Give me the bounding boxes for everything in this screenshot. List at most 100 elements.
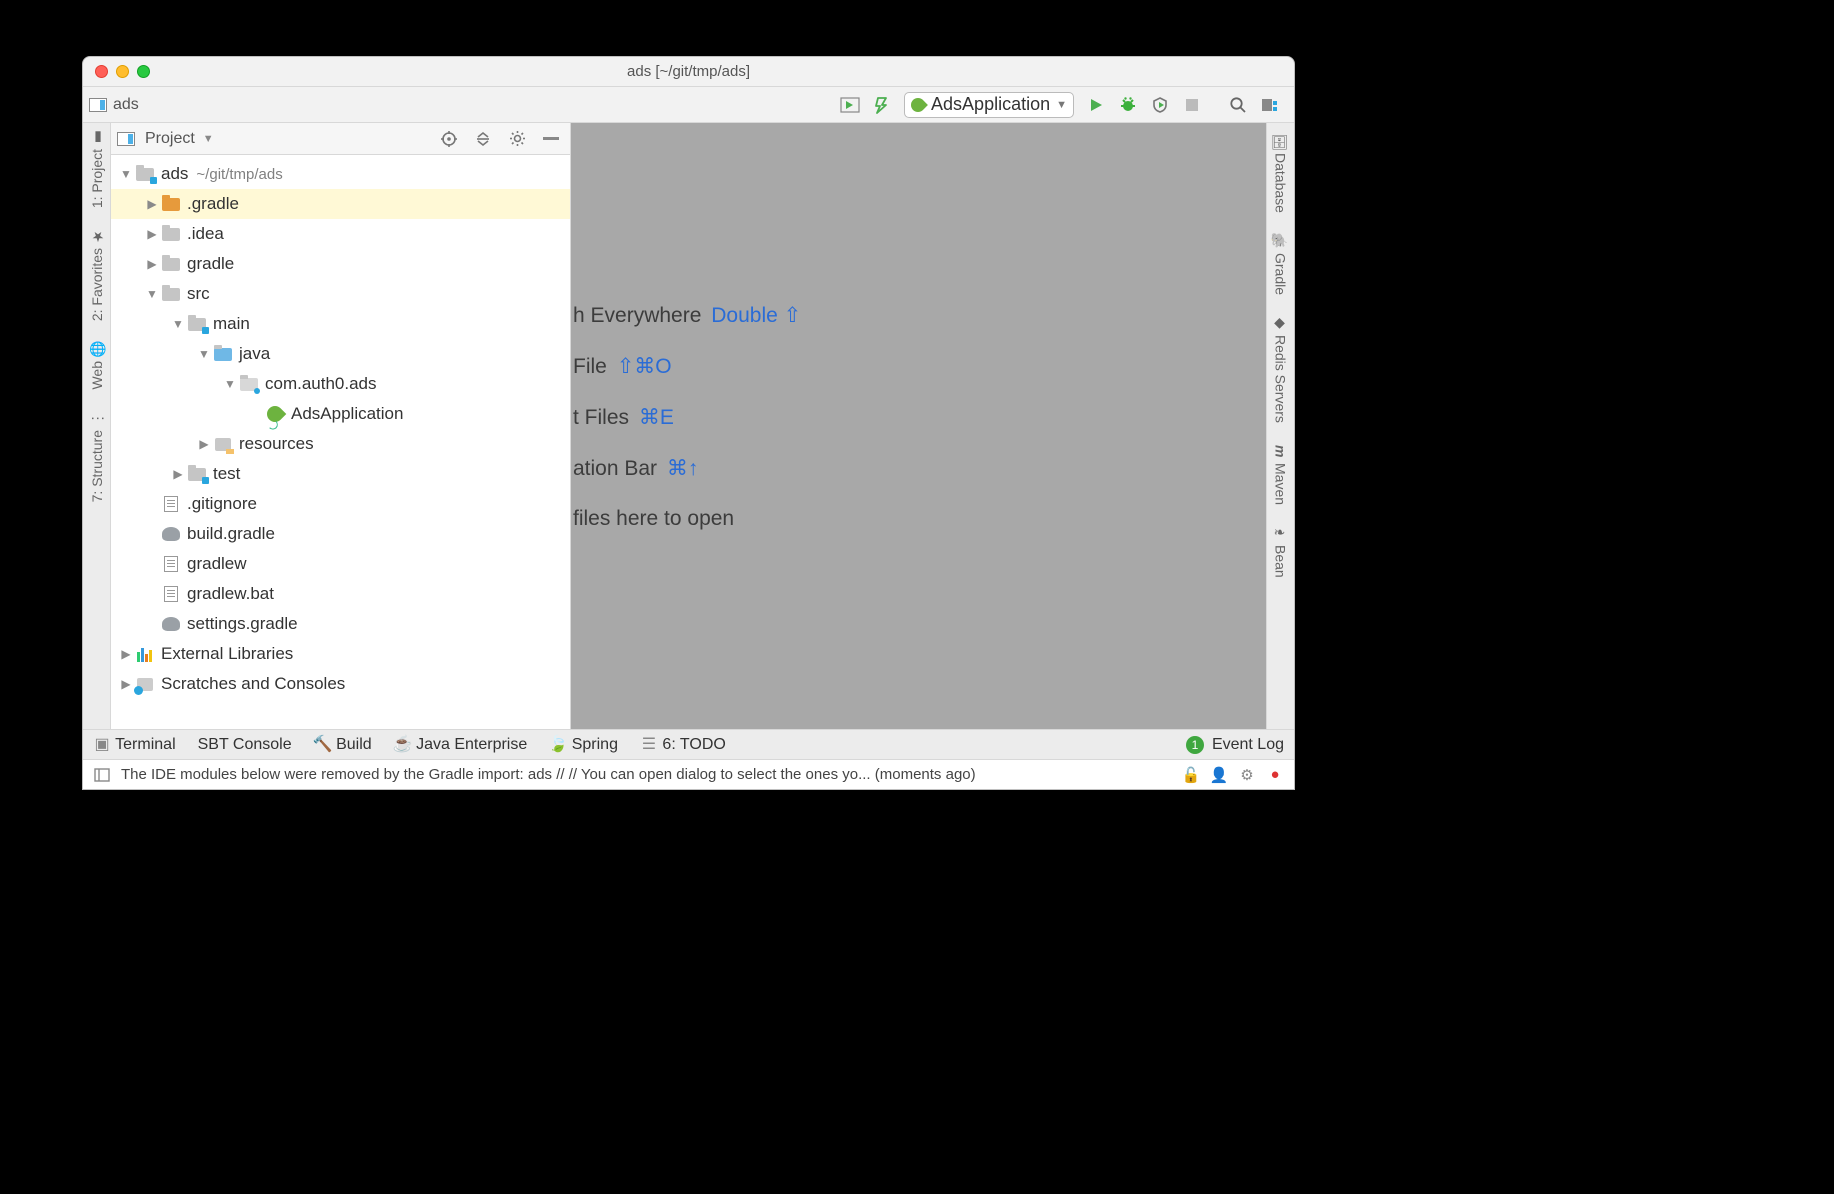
todo-icon: ☰: [640, 735, 658, 753]
tree-item-test[interactable]: ▶ test: [111, 459, 570, 489]
tab-javaee[interactable]: ☕ Java Enterprise: [394, 735, 528, 754]
tree-label: .gitignore: [187, 494, 257, 514]
bean-tab-label: Bean: [1273, 545, 1289, 578]
expand-arrow-icon[interactable]: ▼: [171, 317, 185, 331]
javaee-icon: ☕: [394, 735, 412, 753]
close-window-icon[interactable]: [95, 65, 108, 78]
collapse-arrow-icon[interactable]: ▶: [197, 437, 211, 451]
tree-item-gitignore[interactable]: .gitignore: [111, 489, 570, 519]
tab-todo[interactable]: ☰ 6: TODO: [640, 735, 726, 754]
lock-open-icon[interactable]: 🔓: [1182, 766, 1200, 784]
collapse-arrow-icon[interactable]: ▶: [171, 467, 185, 481]
tree-item-resources[interactable]: ▶ resources: [111, 429, 570, 459]
tab-maven[interactable]: m Maven: [1273, 443, 1289, 505]
tree-label: java: [239, 344, 270, 364]
project-tool-window: Project ▼ ▼ ads ~/git/tmp/ads: [111, 123, 571, 729]
stop-button-icon[interactable]: [1180, 93, 1204, 117]
gradle-icon: [162, 617, 180, 631]
tree-label: gradle: [187, 254, 234, 274]
structure-icon: ⋮: [89, 410, 105, 426]
expand-arrow-icon[interactable]: ▼: [223, 377, 237, 391]
file-icon: [164, 556, 178, 572]
tab-bean[interactable]: ❧ Bean: [1273, 525, 1289, 578]
collapse-arrow-icon[interactable]: ▶: [145, 197, 159, 211]
tree-item-idea[interactable]: ▶ .idea: [111, 219, 570, 249]
tree-item-java[interactable]: ▼ java: [111, 339, 570, 369]
collapse-arrow-icon[interactable]: ▶: [119, 677, 133, 691]
structure-tab-label: 7: Structure: [89, 430, 105, 502]
tree-item-gradlew[interactable]: gradlew: [111, 549, 570, 579]
tip-shortcut: ⇧⌘O: [617, 355, 672, 378]
expand-arrow-icon[interactable]: ▼: [145, 287, 159, 301]
folder-icon: [162, 228, 180, 241]
breadcrumb-root[interactable]: ads: [113, 96, 139, 114]
resources-icon: [215, 438, 231, 451]
tree-item-gradle[interactable]: ▶ gradle: [111, 249, 570, 279]
tab-build[interactable]: 🔨 Build: [314, 735, 372, 754]
event-count-badge: 1: [1186, 736, 1204, 754]
tab-label: Java Enterprise: [416, 736, 527, 753]
tab-structure[interactable]: 7: Structure ⋮: [89, 410, 105, 502]
tree-item-app[interactable]: AdsApplication: [111, 399, 570, 429]
run-coverage-icon[interactable]: [1148, 93, 1172, 117]
debug-button-icon[interactable]: [1116, 93, 1140, 117]
tree-item-build-gradle[interactable]: build.gradle: [111, 519, 570, 549]
settings-sync-icon[interactable]: ⚙: [1238, 766, 1256, 784]
hector-icon[interactable]: 👤: [1210, 766, 1228, 784]
hide-panel-icon[interactable]: [538, 126, 564, 152]
gradle-icon: 🐘: [1273, 233, 1289, 249]
main-area: 1: Project ▮ 2: Favorites ★ Web 🌐 7: Str…: [83, 123, 1294, 729]
terminal-icon: ▣: [93, 735, 111, 753]
tab-web[interactable]: Web 🌐: [89, 341, 105, 390]
tab-terminal[interactable]: ▣ Terminal: [93, 735, 176, 754]
tree-item-gradle-dot[interactable]: ▶ .gradle: [111, 189, 570, 219]
navigation-toolbar: ads AdsApplication ▼: [83, 87, 1294, 123]
search-icon[interactable]: [1226, 93, 1250, 117]
expand-arrow-icon[interactable]: ▼: [197, 347, 211, 361]
collapse-arrow-icon[interactable]: ▶: [145, 227, 159, 241]
tree-item-package[interactable]: ▼ com.auth0.ads: [111, 369, 570, 399]
tab-gradle[interactable]: 🐘 Gradle: [1273, 233, 1289, 295]
error-indicator-icon[interactable]: ●: [1266, 766, 1284, 784]
tree-label: settings.gradle: [187, 614, 298, 634]
collapse-arrow-icon[interactable]: ▶: [119, 647, 133, 661]
build-icon[interactable]: [870, 93, 894, 117]
tree-item-scratches[interactable]: ▶ Scratches and Consoles: [111, 669, 570, 699]
locate-icon[interactable]: [436, 126, 462, 152]
tree-item-main[interactable]: ▼ main: [111, 309, 570, 339]
tab-label: Build: [336, 736, 372, 753]
database-icon: 🗄: [1273, 133, 1289, 149]
tree-item-gradlew-bat[interactable]: gradlew.bat: [111, 579, 570, 609]
project-panel-title[interactable]: Project: [145, 130, 195, 148]
zoom-window-icon[interactable]: [137, 65, 150, 78]
run-button-icon[interactable]: [1084, 93, 1108, 117]
tree-item-src[interactable]: ▼ src: [111, 279, 570, 309]
tree-item-external-libraries[interactable]: ▶ External Libraries: [111, 639, 570, 669]
tab-database[interactable]: 🗄 Database: [1273, 133, 1289, 213]
tree-root[interactable]: ▼ ads ~/git/tmp/ads: [111, 159, 570, 189]
toolwindow-quick-access-icon[interactable]: [93, 766, 111, 784]
run-target-icon[interactable]: [838, 93, 862, 117]
collapse-arrow-icon[interactable]: ▶: [145, 257, 159, 271]
left-tool-gutter: 1: Project ▮ 2: Favorites ★ Web 🌐 7: Str…: [83, 123, 111, 729]
tab-favorites[interactable]: 2: Favorites ★: [89, 228, 105, 321]
tip-text: files here to open: [573, 507, 734, 530]
folder-icon: [162, 258, 180, 271]
tab-project[interactable]: 1: Project ▮: [89, 129, 105, 208]
project-tree[interactable]: ▼ ads ~/git/tmp/ads ▶ .gradle ▶ .idea: [111, 155, 570, 729]
chevron-down-icon[interactable]: ▼: [203, 133, 214, 145]
tab-spring[interactable]: 🍃 Spring: [549, 735, 618, 754]
run-configuration-selector[interactable]: AdsApplication ▼: [904, 92, 1074, 118]
minimize-window-icon[interactable]: [116, 65, 129, 78]
expand-arrow-icon[interactable]: ▼: [119, 167, 133, 181]
tree-item-settings-gradle[interactable]: settings.gradle: [111, 609, 570, 639]
tree-label: resources: [239, 434, 314, 454]
project-structure-icon[interactable]: [1258, 93, 1282, 117]
gear-icon[interactable]: [504, 126, 530, 152]
status-message: The IDE modules below were removed by th…: [121, 766, 1172, 783]
tip-navbar: ation Bar ⌘↑: [571, 456, 1266, 481]
tab-eventlog[interactable]: Event Log: [1212, 736, 1284, 754]
collapse-all-icon[interactable]: [470, 126, 496, 152]
tab-sbt[interactable]: SBT Console: [198, 736, 292, 754]
tab-redis[interactable]: ◆ Redis Servers: [1273, 315, 1289, 423]
